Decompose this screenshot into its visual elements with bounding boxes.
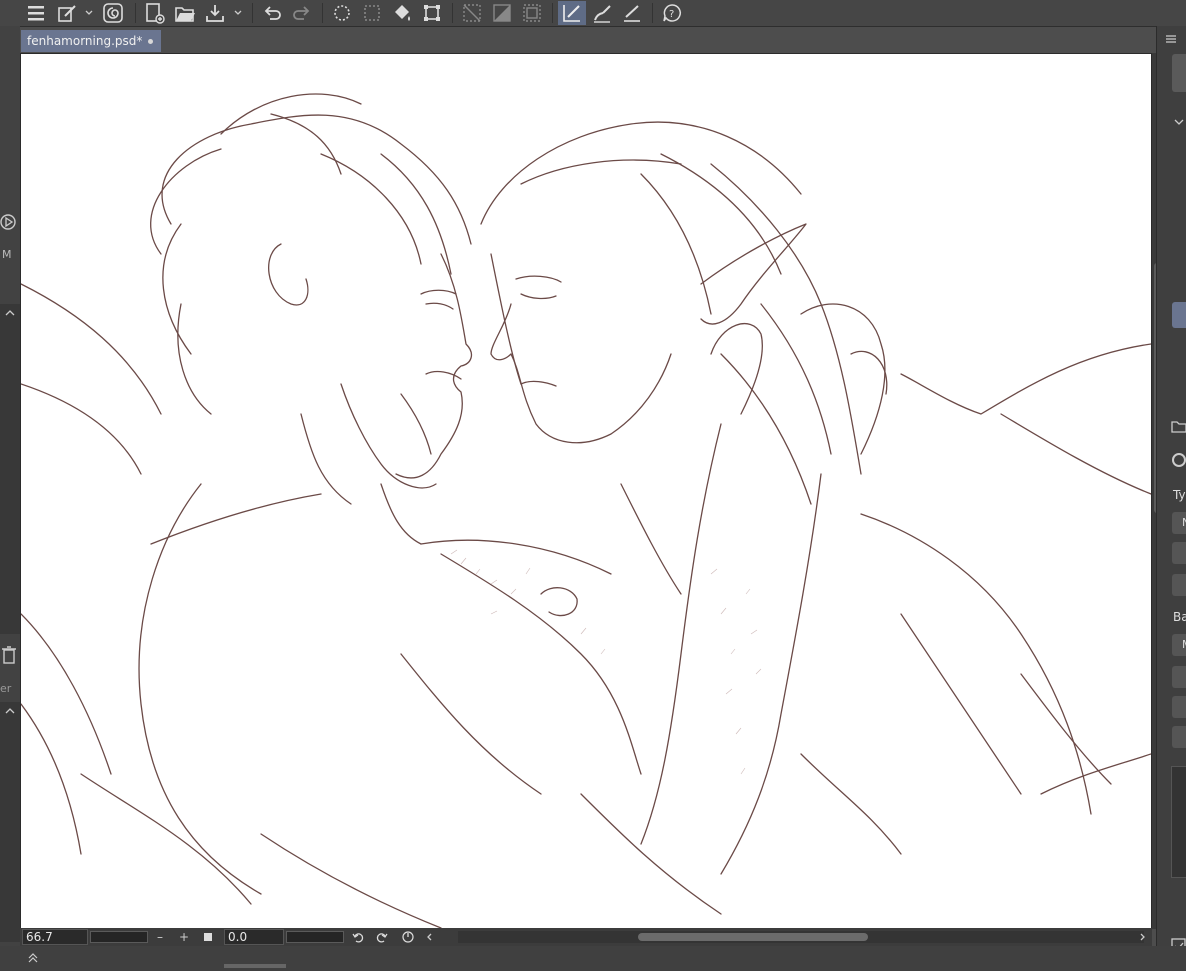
scroll-left-icon[interactable] (422, 929, 438, 945)
rotate-left-icon[interactable] (350, 929, 366, 945)
drawing-canvas[interactable] (20, 53, 1152, 929)
type-option-button-2[interactable] (1172, 542, 1186, 564)
reset-rotation-icon[interactable] (400, 929, 416, 945)
close-dot-icon[interactable] (148, 39, 153, 44)
base-option-button-4[interactable] (1172, 726, 1186, 748)
selection-icon[interactable] (330, 1, 354, 25)
zoom-slider[interactable] (90, 931, 148, 943)
panel-menu-icon[interactable] (1165, 30, 1177, 43)
brush-tool-icon[interactable] (55, 1, 79, 25)
type-label: Ty (1173, 488, 1186, 502)
property-preview-box (1171, 766, 1186, 878)
base-option-button-3[interactable] (1172, 696, 1186, 718)
snap-icon[interactable] (620, 1, 644, 25)
left-panel-label-2: er (0, 682, 12, 695)
save-icon[interactable] (203, 1, 227, 25)
chevron-down-icon[interactable] (84, 8, 94, 18)
left-panel: M er (0, 26, 20, 946)
stop-icon[interactable] (200, 929, 216, 945)
undo-icon[interactable] (260, 1, 284, 25)
rotation-field[interactable]: 0.0 (224, 929, 284, 945)
new-file-icon[interactable] (143, 1, 167, 25)
canvas-horizontal-scrollbar[interactable] (458, 931, 1144, 943)
brush-preview-icon[interactable] (1172, 54, 1186, 92)
fill-icon[interactable] (390, 1, 414, 25)
clip-studio-icon[interactable] (101, 1, 125, 25)
sketch-artwork (21, 93, 1151, 928)
scroll-up-icon (5, 310, 15, 316)
type-option-button[interactable]: N (1172, 512, 1186, 534)
rotation-slider[interactable] (286, 931, 344, 943)
transform-icon[interactable] (420, 1, 444, 25)
type-option-button-3[interactable] (1172, 574, 1186, 596)
stabilizer-icon[interactable] (590, 1, 614, 25)
rotate-right-icon[interactable] (374, 929, 390, 945)
timeline-handle[interactable] (224, 964, 286, 968)
base-option-button-2[interactable] (1172, 666, 1186, 688)
folder-icon[interactable] (1171, 418, 1186, 434)
expand-up-icon[interactable] (26, 950, 40, 969)
status-bar: 66.7 – + 0.0 (20, 928, 1152, 946)
document-tab[interactable]: fenhamorning.psd* (21, 30, 161, 52)
open-folder-icon[interactable] (173, 1, 197, 25)
trash-icon[interactable] (0, 644, 20, 666)
scroll-up-icon (5, 708, 15, 714)
chevron-down-icon[interactable] (233, 8, 243, 18)
color-wheel-icon[interactable] (1171, 452, 1186, 468)
selected-tool-indicator[interactable] (1172, 302, 1186, 328)
help-icon[interactable]: ? (660, 1, 684, 25)
scroll-right-icon[interactable] (1134, 929, 1150, 945)
chevron-down-icon[interactable] (1173, 112, 1185, 131)
correct-line-icon[interactable] (558, 1, 586, 25)
left-panel-scroll-2[interactable] (0, 702, 20, 942)
zoom-in-button[interactable]: + (176, 929, 192, 945)
menu-icon[interactable] (24, 1, 48, 25)
left-panel-label: M (2, 248, 12, 261)
clear-selection-icon[interactable] (360, 1, 384, 25)
document-tab-title: fenhamorning.psd* (27, 34, 143, 48)
left-panel-scroll[interactable] (0, 304, 20, 634)
animation-play-icon[interactable] (0, 212, 20, 232)
base-option-button[interactable]: M (1172, 634, 1186, 656)
grid-icon[interactable] (460, 1, 484, 25)
document-tab-bar: fenhamorning.psd* (20, 29, 1156, 53)
ruler-icon[interactable] (490, 1, 514, 25)
bottom-bar (0, 946, 1186, 971)
zoom-out-button[interactable]: – (152, 929, 168, 945)
right-panel: Ty N Ba M (1156, 26, 1186, 971)
main-toolbar: ? (0, 0, 1186, 27)
redo-icon[interactable] (290, 1, 314, 25)
zoom-field[interactable]: 66.7 (22, 929, 88, 945)
svg-text:?: ? (669, 9, 674, 20)
frame-icon[interactable] (520, 1, 544, 25)
horizontal-scroll-thumb[interactable] (638, 933, 868, 941)
base-label: Ba (1173, 610, 1186, 624)
